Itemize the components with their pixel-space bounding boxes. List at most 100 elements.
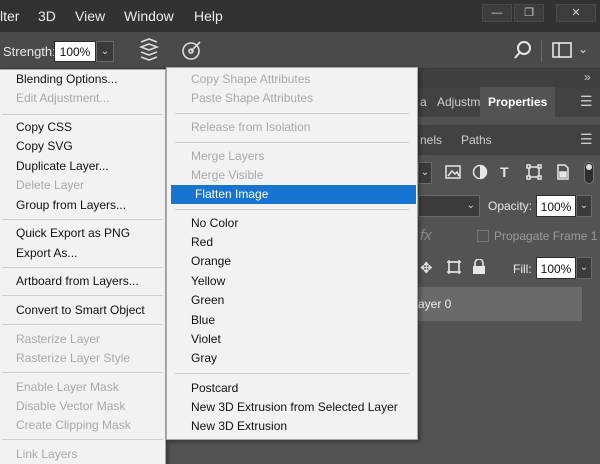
menu-item-flatten-image[interactable]: Flatten Image [171,185,416,204]
menu-item-disable-vector-mask[interactable]: Disable Vector Mask [0,397,165,416]
menu-item-merge-layers[interactable]: Merge Layers [167,147,412,166]
menu-item-yellow[interactable]: Yellow [167,272,412,291]
layers-panel-menu-icon[interactable]: ☰ [580,131,593,148]
menu-item-copy-css[interactable]: Copy CSS [0,118,165,137]
menu-window[interactable]: Window [124,8,174,24]
opacity-dropdown[interactable]: ⌄ [576,195,592,217]
menu-separator [2,295,163,296]
menu-item-duplicate-layer[interactable]: Duplicate Layer... [0,157,165,176]
menu-item-copy-shape-attributes[interactable]: Copy Shape Attributes [167,70,412,89]
collapse-icon[interactable]: » [584,70,591,84]
panel-tabs-second: nels Paths ☰ [418,125,600,155]
image-filter-icon[interactable] [445,164,461,183]
menu-separator [175,113,409,114]
propagate-row: fx Propagate Frame 1 [418,227,600,249]
menu-item-paste-shape-attributes[interactable]: Paste Shape Attributes [167,89,412,108]
strength-dropdown[interactable]: ⌄ [96,41,114,62]
menu-filter[interactable]: lter [0,8,19,24]
fill-input[interactable]: 100% [536,257,576,279]
tab-paths[interactable]: Paths [461,133,492,147]
layer-row[interactable]: ayer 0 [418,287,582,321]
menu-item-orange[interactable]: Orange [167,252,412,271]
type-filter-icon[interactable]: T [500,164,509,180]
menu-item-violet[interactable]: Violet [167,330,412,349]
menu-3d[interactable]: 3D [38,8,56,24]
smart-object-filter-icon[interactable] [555,164,571,183]
menu-item-blue[interactable]: Blue [167,311,412,330]
menu-item-merge-visible[interactable]: Merge Visible [167,166,412,185]
menu-item-delete-layer[interactable]: Delete Layer [0,176,165,195]
lock-position-icon[interactable]: ✥ [420,259,433,277]
fill-label: Fill: [513,262,532,276]
menu-item-link-layers[interactable]: Link Layers [0,445,165,464]
menu-item-gray[interactable]: Gray [167,349,412,368]
menu-help[interactable]: Help [194,8,223,24]
menu-item-no-color[interactable]: No Color [167,214,412,233]
options-divider [541,40,542,62]
menu-item-artboard-from-layers[interactable]: Artboard from Layers... [0,272,165,291]
tab-properties[interactable]: Properties [480,87,556,117]
menu-item-quick-export-png[interactable]: Quick Export as PNG [0,224,165,243]
menu-item-copy-svg[interactable]: Copy SVG [0,137,165,156]
strength-label: Strength: [3,44,56,59]
options-bar: Strength: 100% ⌄ ⌄ [0,32,600,69]
opacity-input[interactable]: 100% [536,195,576,217]
menu-item-convert-smart-object[interactable]: Convert to Smart Object [0,301,165,320]
menu-separator [2,439,163,440]
propagate-checkbox[interactable] [477,230,489,242]
search-icon[interactable] [513,40,533,65]
menu-item-enable-layer-mask[interactable]: Enable Layer Mask [0,378,165,397]
menu-item-postcard[interactable]: Postcard [167,379,412,398]
panel-tabs-top: a Adjustm Properties ☰ [418,87,600,117]
blend-mode-dropdown[interactable]: ⌄ [418,195,480,217]
tab-partial[interactable]: a [420,95,427,109]
menu-item-export-as[interactable]: Export As... [0,244,165,263]
context-menu-left: Blending Options... Edit Adjustment... C… [0,69,166,464]
layer-name: ayer 0 [418,297,452,311]
sample-all-layers-icon[interactable] [138,38,160,67]
menu-item-create-clipping-mask[interactable]: Create Clipping Mask [0,416,165,435]
panel-menu-icon[interactable]: ☰ [580,93,593,110]
menu-item-rasterize-layer[interactable]: Rasterize Layer [0,330,165,349]
menu-separator [2,114,163,115]
filter-toggle[interactable] [584,162,594,184]
menu-separator [175,142,409,143]
menu-separator [2,372,163,373]
lock-artboard-icon[interactable] [446,259,462,278]
propagate-label: Propagate Frame 1 [494,229,598,243]
restore-button[interactable]: ❐ [514,4,544,22]
menu-item-blending-options[interactable]: Blending Options... [0,70,165,89]
menu-view[interactable]: View [75,8,105,24]
right-panel: » a Adjustm Properties ☰ nels Paths ☰ ⌄ … [418,69,600,464]
menu-item-3d-extrusion[interactable]: New 3D Extrusion [167,417,412,436]
layer-filter-row: ⌄ T [418,162,600,186]
lock-all-icon[interactable] [472,258,486,278]
minimize-button[interactable]: — [482,4,512,22]
opacity-label: Opacity: [488,199,533,213]
menu-separator [2,324,163,325]
menu-separator [2,219,163,220]
context-menu-right: Copy Shape Attributes Paste Shape Attrib… [166,67,418,440]
menu-item-rasterize-layer-style[interactable]: Rasterize Layer Style [0,349,165,368]
menu-item-3d-extrusion-selected[interactable]: New 3D Extrusion from Selected Layer [167,398,412,417]
lock-row: ✥ Fill: 100% ⌄ [418,257,600,281]
menu-item-edit-adjustment[interactable]: Edit Adjustment... [0,89,165,108]
shape-filter-icon[interactable] [526,164,542,183]
menu-item-red[interactable]: Red [167,233,412,252]
workspace-dropdown-icon[interactable]: ⌄ [578,42,588,56]
menu-item-group-from-layers[interactable]: Group from Layers... [0,196,165,215]
strength-input[interactable]: 100% [54,41,96,62]
filter-kind-dropdown[interactable]: ⌄ [418,162,432,184]
fx-icon: fx [420,227,432,244]
menu-item-green[interactable]: Green [167,291,412,310]
pressure-icon[interactable] [181,39,203,66]
menu-bar: lter 3D View Window Help — ❐ ✕ [0,0,600,32]
menu-item-release-isolation[interactable]: Release from Isolation [167,118,412,137]
tab-adjustments[interactable]: Adjustm [437,95,480,109]
workspace-icon[interactable] [552,42,572,63]
adjustment-filter-icon[interactable] [472,164,488,183]
close-button[interactable]: ✕ [556,4,596,22]
fill-dropdown[interactable]: ⌄ [576,257,592,279]
tab-channels[interactable]: nels [420,133,442,147]
menu-separator [2,267,163,268]
